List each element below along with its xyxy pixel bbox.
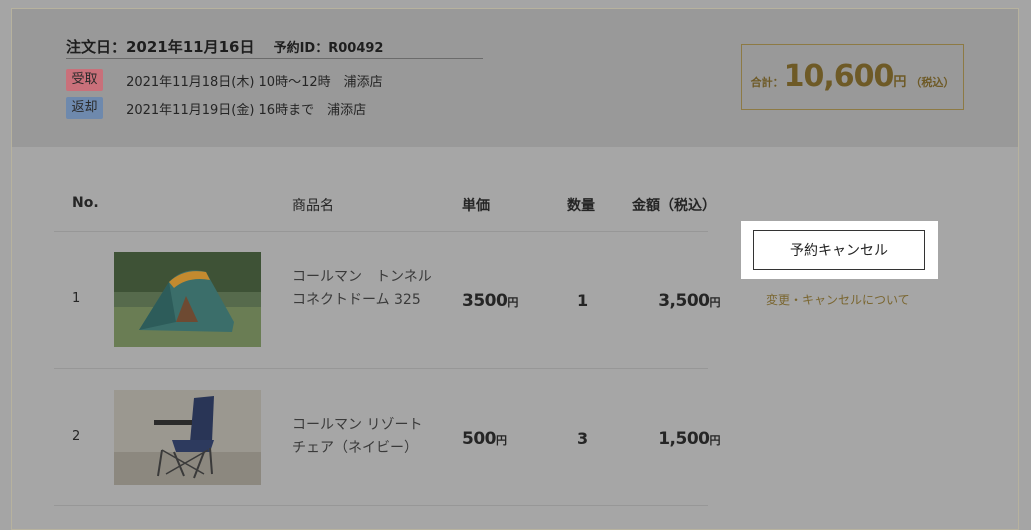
header-quantity: 数量 [567,198,595,214]
header-product-name: 商品名 [292,198,334,214]
total-yen: 円 [893,75,907,90]
row-no: 2 [72,429,81,444]
change-cancel-policy-link[interactable]: 変更・キャンセルについて [766,291,910,308]
cancel-reservation-button[interactable]: 予約キャンセル [753,230,925,270]
reservation-header: 注文日：2021年11月16日 予約ID：R00492 受取 2021年11月1… [12,9,1018,147]
header-no: No. [72,195,99,211]
cancel-highlight: 予約キャンセル [741,221,938,279]
total-box: 合計：10,600円 （税込） [741,44,964,110]
total-amount: 10,600 [783,59,895,94]
quantity: 1 [577,291,589,310]
unit-price: 3500円 [462,291,518,311]
product-name: コールマン トンネルコネクトドーム 325 [292,269,432,308]
chair-photo [114,390,261,485]
tent-photo [114,252,261,347]
divider [54,231,708,232]
pickup-datetime: 2021年11月18日(木) 10時〜12時 浦添店 [126,74,383,90]
return-datetime: 2021年11月19日(金) 16時まで 浦添店 [126,102,367,118]
header-unit-price: 単価 [462,198,490,214]
product-name: コールマン リゾートチェア（ネイビー） [292,417,423,456]
unit-price: 500円 [462,429,507,449]
pickup-row: 受取 2021年11月18日(木) 10時〜12時 浦添店 [66,69,383,93]
total-label: 合計： [750,76,784,89]
divider [54,505,708,506]
row-no: 1 [72,291,81,306]
order-info: 注文日：2021年11月16日 予約ID：R00492 [66,36,483,59]
reservation-id: 予約ID：R00492 [273,41,384,56]
pickup-badge: 受取 [66,69,103,91]
line-amount: 3,500円 [658,291,720,311]
divider [54,368,708,369]
quantity: 3 [577,429,589,448]
line-amount: 1,500円 [658,429,720,449]
order-date: 注文日：2021年11月16日 [66,38,255,56]
return-row: 返却 2021年11月19日(金) 16時まで 浦添店 [66,97,366,121]
return-badge: 返却 [66,97,103,119]
total-tax-note: （税込） [910,76,955,89]
header-amount: 金額（税込） [632,198,716,214]
